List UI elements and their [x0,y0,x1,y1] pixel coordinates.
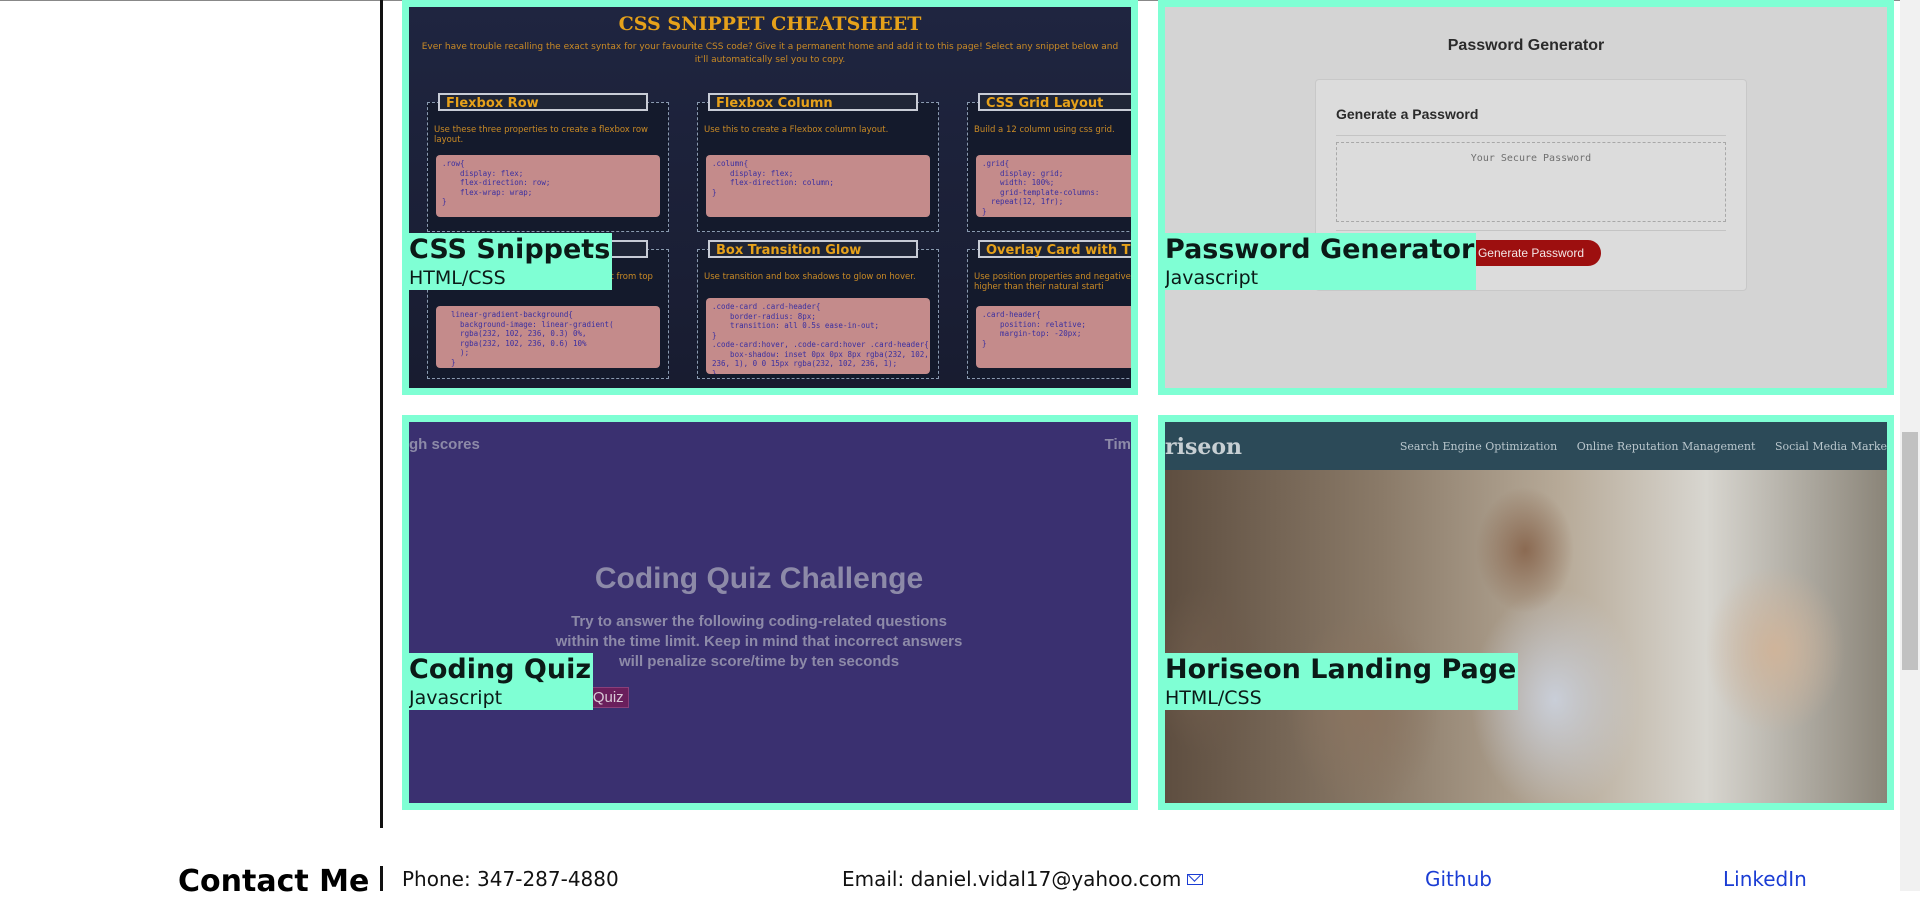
preview-brand: riseon [1165,434,1242,460]
project-tech: Javascript [1165,267,1259,289]
snippet-code: .card-header{ position: relative; margin… [976,306,1131,368]
github-link[interactable]: Github [1425,867,1492,891]
preview-heading: CSS SNIPPET CHEATSHEET [618,13,922,35]
project-label: Coding Quiz Javascript [409,653,594,710]
linkedin-link[interactable]: LinkedIn [1723,867,1807,891]
timer-label: Tim [1104,436,1131,453]
project-title: CSS Snippets [409,234,611,265]
project-card-horiseon[interactable]: riseon Search Engine Optimization Online… [1158,415,1894,810]
preview-heading: Coding Quiz Challenge [594,562,924,595]
contact-email[interactable]: Email: daniel.vidal17@yahoo.com [842,867,1204,891]
project-title: Coding Quiz [409,654,592,685]
snippet-code: .code-card .card-header{ border-radius: … [706,298,930,374]
contact-divider [380,866,383,891]
panel-heading: Generate a Password [1336,106,1479,122]
snippet-desc: Build a 12 column using css grid. [974,125,1115,135]
snippet-box: Overlay Card with Title Use position pro… [967,240,1131,379]
project-tech: HTML/CSS [1165,687,1262,709]
snippet-desc: Use transition and box shadows to glow o… [704,272,916,282]
project-screenshot: CSS SNIPPET CHEATSHEET Ever have trouble… [409,7,1131,388]
page-scrollbar[interactable] [1900,0,1920,891]
project-tech: Javascript [409,687,503,709]
snippet-code: linear-gradient-background{ background-i… [436,306,660,368]
divider [1336,135,1726,136]
project-tech: HTML/CSS [409,267,506,289]
project-card-css-snippets[interactable]: CSS SNIPPET CHEATSHEET Ever have trouble… [402,0,1138,395]
project-screenshot: gh scores Tim Coding Quiz Challenge Try … [409,422,1131,803]
project-label: Horiseon Landing Page HTML/CSS [1165,653,1519,710]
project-card-password-generator[interactable]: Password Generator Generate a Password Y… [1158,0,1894,395]
snippet-title: Flexbox Column [708,93,918,111]
snippet-desc: Use position properties and negative m e… [974,272,1131,292]
snippet-title: Flexbox Row [438,93,648,111]
section-divider [380,0,383,828]
contact-heading: Contact Me [178,864,370,899]
preview-nav-links: Search Engine Optimization Online Reputa… [1384,440,1887,453]
contact-phone: Phone: 347-287-4880 [402,867,619,891]
divider [1336,230,1726,231]
snippet-box: Flexbox Row Use these three properties t… [427,93,669,232]
snippet-desc: Use this to create a Flexbox column layo… [704,125,889,135]
project-screenshot: riseon Search Engine Optimization Online… [1165,422,1887,803]
snippet-title: Box Transition Glow [708,240,918,258]
nav-link: Search Engine Optimization [1399,440,1558,453]
hero-photo [1165,470,1887,803]
snippet-title: Overlay Card with Title [978,240,1131,258]
scrollbar-thumb[interactable] [1902,432,1918,670]
contact-email-text: Email: daniel.vidal17@yahoo.com [842,867,1182,891]
snippet-desc: Use these three properties to create a f… [434,125,648,145]
snippet-code: .grid{ display: grid; width: 100%; grid-… [976,155,1131,217]
preview-heading: Password Generator [1447,37,1605,54]
highscores-link: gh scores [409,436,480,453]
nav-link: Online Reputation Management [1576,440,1756,453]
preview-nav: riseon Search Engine Optimization Online… [1165,422,1887,470]
project-title: Password Generator [1165,234,1475,265]
project-card-coding-quiz[interactable]: gh scores Tim Coding Quiz Challenge Try … [402,415,1138,810]
generate-button: Generate Password [1461,240,1601,266]
project-screenshot: Password Generator Generate a Password Y… [1165,7,1887,388]
snippet-code: .column{ display: flex; flex-direction: … [706,155,930,217]
project-label: Password Generator Javascript [1165,233,1477,290]
snippet-box: CSS Grid Layout Build a 12 column using … [967,93,1131,232]
password-textarea: Your Secure Password [1336,142,1726,222]
snippet-code: .row{ display: flex; flex-direction: row… [436,155,660,217]
preview-description: Try to answer the following coding-relat… [555,613,963,670]
preview-intro: Ever have trouble recalling the exact sy… [421,42,1119,65]
snippet-box: Flexbox Column Use this to create a Flex… [697,93,939,232]
nav-link: Social Media Marke [1774,440,1887,453]
snippet-title: CSS Grid Layout [978,93,1131,111]
project-label: CSS Snippets HTML/CSS [409,233,613,290]
snippet-box: Box Transition Glow Use transition and b… [697,240,939,379]
project-title: Horiseon Landing Page [1165,654,1517,685]
mail-icon [1187,874,1204,885]
